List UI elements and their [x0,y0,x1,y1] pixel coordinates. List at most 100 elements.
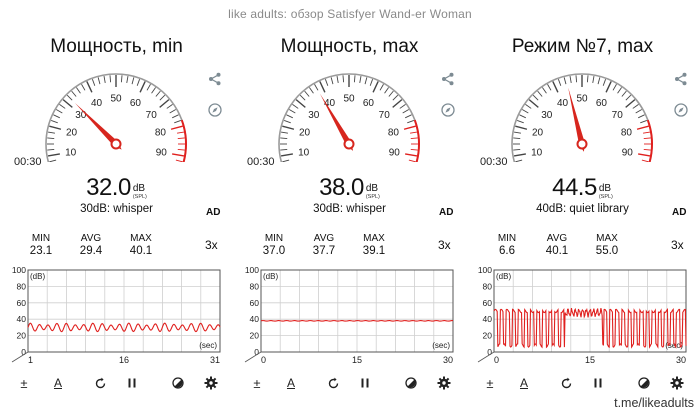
gauge-minor-tick [304,90,310,97]
min-label: MIN [264,233,284,244]
gauge-minor-tick [638,114,645,119]
stats-row: MIN 6.6 AVG 40.1 MAX 55.0 [482,233,662,263]
plot-x-tick-label: 15 [352,355,362,365]
gauge-minor-tick [597,77,601,85]
max-label: MAX [363,233,385,244]
sound-level-gauge: 0102030405060708090100 [45,73,187,162]
gauge-minor-tick [632,104,639,109]
share-icon[interactable] [208,72,222,86]
gauge-tick-label: 90 [622,147,634,158]
pause-icon[interactable] [357,375,373,391]
toolbar: ± A [466,375,699,393]
speed-button[interactable]: 3x [671,238,684,252]
text-a-icon[interactable]: A [283,375,299,391]
gauge-minor-tick [175,159,183,162]
gauge-minor-tick [410,148,418,151]
pause-icon[interactable] [590,375,606,391]
plus-minus-icon[interactable]: ± [482,375,498,391]
gauge-minor-tick [575,75,578,83]
spl-unit: (SPL) [132,194,147,200]
share-icon[interactable] [441,72,455,86]
gauge-major-tick [405,153,418,157]
gauge-minor-tick [379,84,384,91]
plot-y-tick-label: 80 [250,281,260,291]
gauge-major-tick [528,99,539,108]
gear-icon[interactable] [203,375,219,391]
min-label: MIN [497,233,517,244]
weighting-button[interactable]: AD [439,207,453,218]
panel-title: Режим №7, max [511,36,654,57]
reset-icon[interactable] [325,375,341,391]
weighting-button[interactable]: AD [206,207,220,218]
avg-label: AVG [546,233,568,244]
gauge-minor-tick [640,119,647,124]
plus-minus-icon[interactable]: ± [16,375,32,391]
speed-button[interactable]: 3x [438,238,451,252]
contrast-icon[interactable] [636,375,652,391]
gauge-minor-tick [314,84,319,91]
compass-icon[interactable] [441,103,455,117]
plot-y-unit: (dB) [30,272,45,281]
gear-icon[interactable] [436,375,452,391]
plot-y-tick-label: 80 [483,281,493,291]
gauge-tick-label: 50 [110,94,122,105]
gauge-major-tick [513,153,526,157]
sound-level-gauge: 0102030405060708090100 [511,73,653,162]
speed-button[interactable]: 3x [205,238,218,252]
gauge-minor-tick [542,87,547,94]
stats-row: MIN 23.1 AVG 29.4 MAX 40.1 [16,233,196,263]
plus-minus-icon[interactable]: ± [249,375,265,391]
gauge-minor-tick [643,148,651,151]
gauge-tick-label: 80 [155,128,167,139]
compass-icon[interactable] [674,103,688,117]
gauge-major-tick [295,99,306,108]
gauge-major-tick [392,99,403,108]
plot-x-tick-label: 30 [676,355,686,365]
gauge-minor-tick [336,75,339,84]
gauge-minor-tick [617,87,622,94]
gear-icon[interactable] [669,375,685,391]
gauge-major-tick [62,99,73,108]
reset-icon[interactable] [558,375,574,391]
gauge-pivot [110,138,122,150]
plot-y-tick-label: 40 [483,314,493,324]
gauge-minor-tick [151,87,156,94]
gauge-minor-tick [47,148,55,151]
compass-icon[interactable] [208,103,222,117]
gauge-pivot [343,138,355,150]
sound-level-gauge: 0102030405060708090100 [278,73,420,162]
contrast-icon[interactable] [170,375,186,391]
plot-corner [477,351,495,363]
gauge-tick-label: 20 [299,128,311,139]
gauge-minor-tick [174,119,181,124]
plot-corner [11,351,29,363]
gauge-tick-label: 90 [156,147,168,158]
gauge-minor-tick [280,131,289,134]
gauge-minor-tick [532,94,539,101]
plot-y-tick-label: 60 [483,298,493,308]
gauge-major-tick [172,153,185,157]
plot-y-tick-label: 60 [17,298,27,308]
reset-icon[interactable] [92,375,108,391]
gauge-minor-tick [643,137,651,140]
text-a-icon[interactable]: A [50,375,66,391]
plot-x-tick-label: 0 [494,355,499,365]
share-icon[interactable] [674,72,688,86]
text-a-icon[interactable]: A [516,375,532,391]
plot-y-tick-label: 40 [250,314,260,324]
contrast-icon[interactable] [403,375,419,391]
db-unit: dB [132,183,146,194]
meter-panel-2: Мощность, max 0 10 20 30 40 50 60 70 80 90 100 00:… [233,0,466,414]
gauge-minor-tick [353,75,356,83]
gauge-minor-tick [81,84,86,91]
plot-y-tick-label: 100 [245,266,259,275]
meter-panel-1: Мощность, min 0102030405060708090100 00:… [0,0,233,414]
gauge-minor-tick [547,84,552,91]
signal-line [260,320,454,322]
pause-icon[interactable] [124,375,140,391]
history-plot: 100806040200(dB)(sec)0 15 30 [477,266,687,365]
weighting-button[interactable]: AD [672,207,686,218]
gauge-minor-tick [359,75,362,84]
channel-link[interactable]: t.me/likeadults [614,396,694,410]
gauge-minor-tick [47,137,55,140]
